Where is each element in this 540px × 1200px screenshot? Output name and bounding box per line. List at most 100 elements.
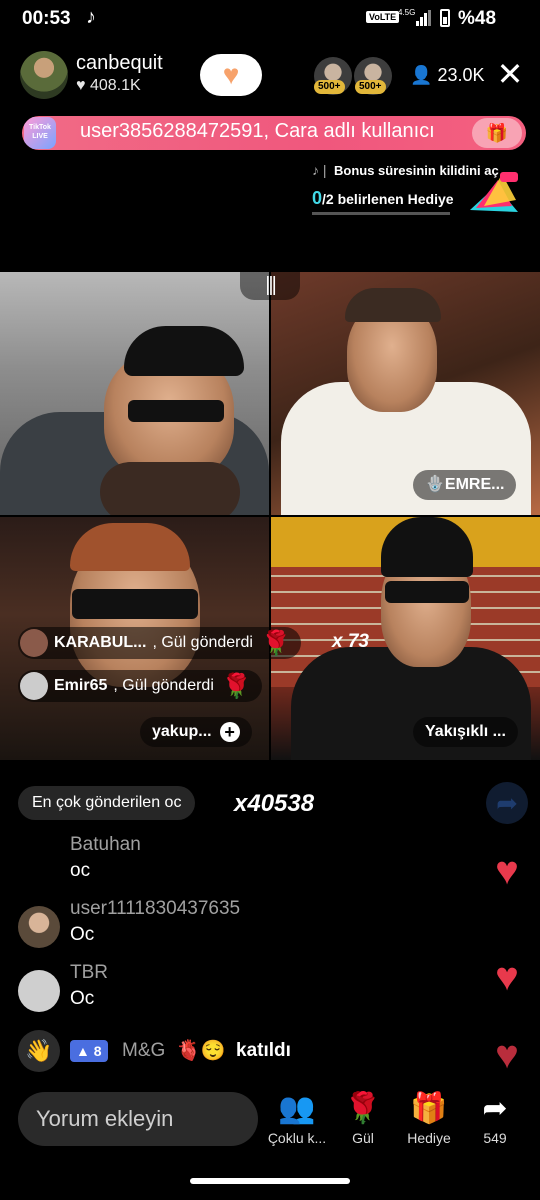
gift-notification: KARABUL... , Gül gönderdi 🌹 (18, 627, 301, 659)
progress-total: /2 (322, 191, 334, 207)
sunglasses-shape (385, 581, 469, 603)
guest-name-pill[interactable]: 🪬EMRE... (413, 470, 517, 500)
viewer-count[interactable]: 👤 23.0K (410, 65, 484, 86)
video-tile-guest-4[interactable]: Yakışıklı ... (271, 517, 540, 760)
sunglasses-shape (128, 400, 224, 422)
person-icon: 👤 (410, 65, 433, 85)
people-icon: 👥 (278, 1092, 316, 1125)
host-likes-count: 408.1K (89, 77, 141, 94)
share-button[interactable]: ➦ 549 (462, 1092, 528, 1146)
level-value: 8 (93, 1043, 102, 1059)
top-viewer-badge: 500+ (314, 80, 345, 94)
chat-text: Oc (70, 924, 95, 945)
top-gift-pill[interactable]: En çok gönderilen oc (18, 786, 196, 820)
banner-text: user3856288472591, Cara adlı kullanıcı (80, 120, 435, 142)
cap-shape (124, 326, 244, 376)
rose-icon: 🌹 (221, 672, 252, 700)
heart-icon: ♥ (222, 59, 240, 90)
avatar[interactable] (18, 970, 60, 1012)
progress-current: 0 (312, 188, 323, 208)
joined-username[interactable]: M&G (122, 1040, 165, 1062)
rose-label: Gül (352, 1130, 374, 1146)
emoji-icons: 🫀😌 (176, 1040, 226, 1062)
clock: 00:53 (22, 8, 71, 29)
guest-name: Yakışıklı ... (425, 723, 506, 740)
comment-input[interactable]: Yorum ekleyin (18, 1092, 258, 1146)
guest-name-pill[interactable]: yakup... + (140, 717, 252, 747)
host-name: canbequit (76, 52, 163, 74)
live-gift-art-icon[interactable] (466, 166, 522, 218)
follow-heart-button[interactable]: ♥ (200, 54, 262, 96)
gift-action: , Gül gönderdi (113, 677, 214, 694)
progress-text: belirlenen Hediye (337, 191, 454, 207)
add-icon[interactable]: + (219, 721, 240, 742)
gift-label: Hediye (407, 1130, 451, 1146)
network-type: 4.5G (398, 8, 416, 17)
wave-icon: 👋 (18, 1030, 60, 1072)
audio-level-icon[interactable]: ||| (240, 272, 300, 300)
tiktok-notification-icon: ♪ (86, 6, 96, 28)
level-badge: ▲ 8 (70, 1040, 108, 1062)
battery-icon (440, 9, 450, 27)
chat-text: Oc (70, 988, 95, 1009)
rose-icon: 🌹 (344, 1092, 382, 1125)
guest-name: yakup... (152, 723, 212, 740)
hair-shape (70, 523, 190, 571)
host-card[interactable]: canbequit ♥ 408.1K ♥ (18, 50, 262, 100)
top-gift-count: x40538 (234, 790, 315, 817)
hand-icon: 🪬 (425, 476, 445, 493)
sunglasses-shape (72, 589, 198, 619)
gift-sender: KARABUL... (54, 634, 147, 651)
rose-gift-button[interactable]: 🌹 Gül (330, 1092, 396, 1146)
host-likes: ♥ 408.1K (76, 77, 141, 95)
notification-banner[interactable]: TikTok LIVE user3856288472591, Cara adlı… (22, 116, 526, 150)
home-indicator[interactable] (190, 1178, 350, 1184)
gift-icon[interactable]: 🎁 (472, 118, 522, 148)
heart-icon[interactable]: ♥ (486, 851, 528, 891)
chat-message[interactable]: Batuhan oc (18, 834, 478, 894)
chat-username[interactable]: user1111830437635 (70, 898, 240, 920)
host-avatar[interactable] (20, 51, 68, 99)
chat-message[interactable]: TBR Oc (18, 962, 478, 1022)
avatar[interactable] (18, 906, 60, 948)
heart-icon[interactable]: ♥ (486, 957, 528, 997)
top-viewer-badge: 500+ (355, 80, 386, 94)
top-gift-label: En çok gönderilen (32, 794, 161, 811)
joined-text: katıldı (236, 1040, 291, 1061)
tiktok-live-badge: TikTok LIVE (24, 117, 56, 149)
tiktok-small-icon: ♪ | (312, 162, 327, 178)
share-icon: ➦ (482, 1092, 508, 1125)
gift-combo-count: x 73 (332, 631, 369, 652)
signal-icon (416, 10, 432, 26)
gift-button[interactable]: 🎁 Hediye (396, 1092, 462, 1146)
chat-text: oc (70, 860, 91, 881)
chat-username[interactable]: Batuhan (70, 834, 141, 856)
multi-guest-label: Çoklu k... (267, 1130, 327, 1146)
chat-message[interactable]: user1111830437635 Oc (18, 898, 478, 958)
gift-notification: Emir65 , Gül gönderdi 🌹 (18, 670, 262, 702)
heart-icon: ♥ (76, 77, 86, 94)
beard-shape (100, 462, 240, 515)
share-arrow-icon[interactable]: ➦ (486, 782, 528, 824)
gift-action: , Gül gönderdi (152, 634, 253, 651)
guest-name-pill[interactable]: Yakışıklı ... (413, 717, 518, 747)
progress-bar (312, 212, 450, 215)
volte-indicator: VoLTE (366, 11, 400, 23)
share-count: 549 (483, 1130, 507, 1146)
status-bar: 00:53 ♪ VoLTE 4.5G %48 (0, 0, 540, 38)
guest-name: EMRE... (444, 476, 505, 493)
multi-guest-button[interactable]: 👥 Çoklu k... (264, 1092, 330, 1146)
top-gift-code: oc (164, 794, 182, 811)
progress-label: 0/2 belirlenen Hediye (312, 188, 454, 209)
chat-username[interactable]: TBR (70, 962, 108, 984)
hair-shape (345, 288, 441, 322)
video-tile-guest-2[interactable]: 🪬EMRE... (271, 272, 540, 515)
hair-shape (381, 517, 473, 577)
battery-percent: %48 (458, 8, 497, 29)
video-tile-host[interactable] (0, 272, 269, 515)
rose-icon: 🌹 (260, 629, 291, 657)
close-button[interactable]: ✕ (494, 58, 526, 90)
viewer-count-value: 23.0K (437, 65, 485, 85)
heart-icon[interactable]: ♥ (486, 1035, 528, 1075)
gift-box-icon: 🎁 (410, 1092, 448, 1125)
